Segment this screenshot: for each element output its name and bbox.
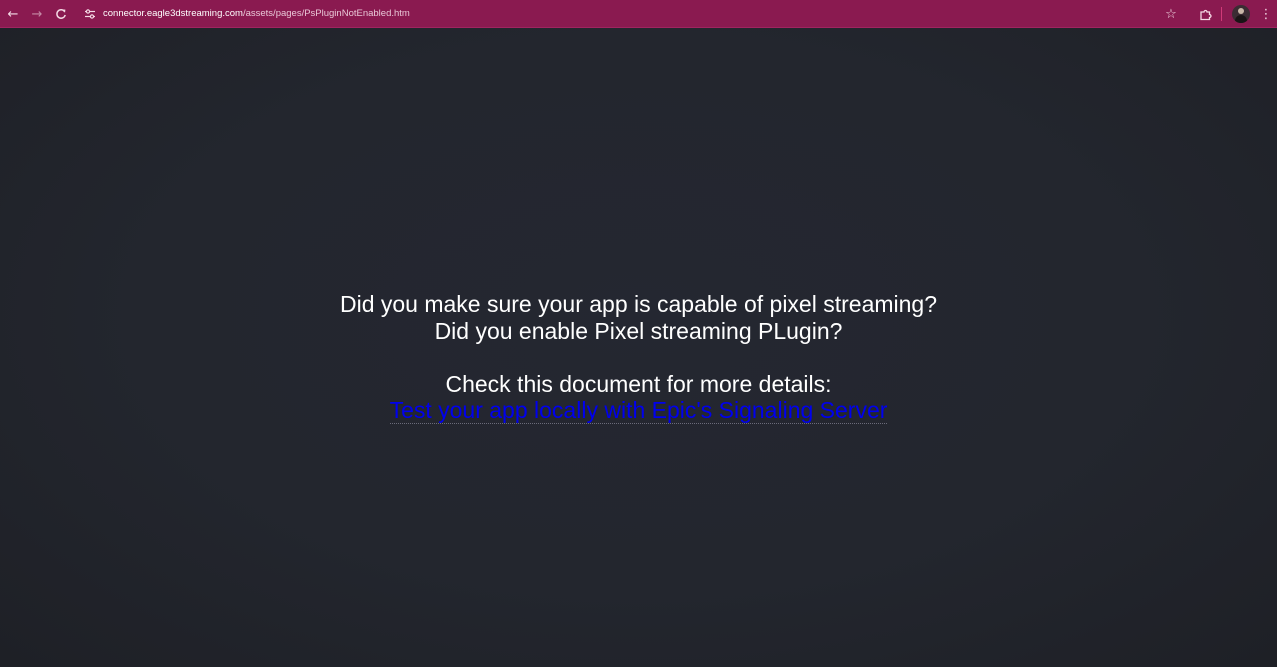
- document-link[interactable]: Test your app locally with Epic's Signal…: [389, 397, 888, 424]
- arrow-right-icon: →: [31, 6, 43, 22]
- reload-icon: [56, 9, 66, 19]
- page-content: Did you make sure your app is capable of…: [0, 28, 1277, 667]
- site-settings-icon: [85, 9, 95, 19]
- message-line-3: Check this document for more details:: [445, 370, 832, 397]
- document-link-row: Test your app locally with Epic's Signal…: [0, 397, 1277, 424]
- forward-button[interactable]: →: [27, 4, 47, 24]
- arrow-left-icon: ←: [7, 6, 19, 22]
- back-button[interactable]: ←: [3, 4, 23, 24]
- avatar-body: [1235, 15, 1247, 23]
- message-line-2: Did you enable Pixel streaming PLugin?: [434, 317, 843, 344]
- star-icon: ☆: [1165, 6, 1177, 22]
- site-info-button[interactable]: [81, 5, 99, 23]
- message-line-1: Did you make sure your app is capable of…: [339, 291, 938, 317]
- error-message: Did you make sure your app is capable of…: [0, 291, 1277, 424]
- avatar-head: [1238, 8, 1244, 14]
- address-bar[interactable]: connector.eagle3dstreaming.com/assets/pa…: [103, 0, 410, 27]
- browser-toolbar: ← → connector.eagle3dstreaming.com/asset…: [0, 0, 1277, 28]
- toolbar-divider: [1221, 7, 1222, 21]
- avatar[interactable]: [1232, 5, 1250, 23]
- message-spacer: [0, 344, 1277, 371]
- url-path: /assets/pages/PsPluginNotEnabled.htm: [242, 8, 410, 19]
- reload-button[interactable]: [51, 4, 71, 24]
- extensions-button[interactable]: [1195, 4, 1215, 24]
- puzzle-icon: [1199, 9, 1212, 20]
- browser-menu-button[interactable]: ⋮: [1256, 4, 1276, 24]
- kebab-menu-icon: ⋮: [1259, 6, 1273, 22]
- url-host: connector.eagle3dstreaming.com: [103, 8, 243, 19]
- bookmark-button[interactable]: ☆: [1161, 4, 1181, 24]
